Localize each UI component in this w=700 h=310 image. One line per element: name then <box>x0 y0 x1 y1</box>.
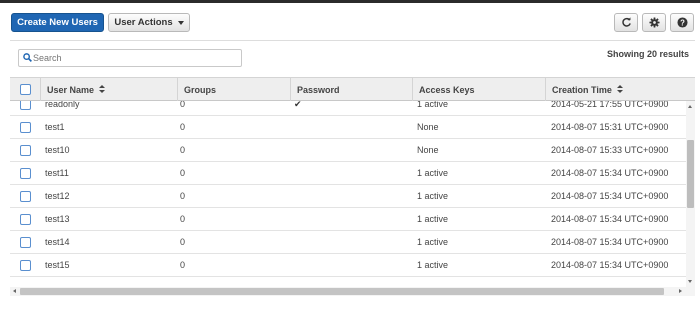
checkmark-icon: ✔ <box>294 101 302 109</box>
create-new-users-button[interactable]: Create New Users <box>11 13 104 32</box>
help-icon: ? <box>676 17 688 28</box>
keys-cell: 1 active <box>417 214 449 224</box>
select-all-checkbox[interactable] <box>19 84 31 95</box>
table-row[interactable]: readonly 0 ✔ 1 active 2014-05-21 17:55 UTC+0… <box>10 101 686 116</box>
row-select-cell <box>20 254 31 276</box>
keys-cell: None <box>417 145 439 155</box>
row-select-cell <box>20 101 31 115</box>
keys-cell: 1 active <box>417 191 449 201</box>
horizontal-scrollbar[interactable] <box>10 287 695 296</box>
row-checkbox[interactable] <box>20 121 31 133</box>
column-label: Password <box>297 84 340 95</box>
name-cell[interactable]: test12 <box>45 185 70 207</box>
refresh-icon <box>621 17 631 27</box>
user-actions-dropdown[interactable]: User Actions <box>108 13 190 32</box>
table-row[interactable]: test11 0 1 active 2014-08-07 15:34 UTC+0900 <box>10 162 686 185</box>
created-cell: 2014-08-07 15:34 UTC+0900 <box>551 260 669 270</box>
table-header: User Name Groups Password Access Keys Cr… <box>10 77 695 101</box>
name-cell[interactable]: test13 <box>45 208 70 230</box>
chevron-down-icon <box>177 20 184 25</box>
table-row[interactable]: test15 0 1 active 2014-08-07 15:34 UTC+0900 <box>10 254 686 277</box>
column-header-password[interactable]: Password <box>290 78 412 101</box>
users-panel: Showing 20 results User Name Groups Pass… <box>10 40 695 299</box>
row-select-cell <box>20 185 31 207</box>
name-cell[interactable]: test14 <box>45 231 70 253</box>
groups-cell: 0 <box>180 168 186 178</box>
name-cell[interactable]: test15 <box>45 254 70 276</box>
results-count: Showing 20 results <box>606 49 689 59</box>
row-select-cell <box>20 139 31 161</box>
table-row[interactable]: test12 0 1 active 2014-08-07 15:34 UTC+0900 <box>10 185 686 208</box>
row-checkbox[interactable] <box>20 213 31 225</box>
created-cell: 2014-08-07 15:34 UTC+0900 <box>551 191 669 201</box>
table-row[interactable]: test1 0 None 2014-08-07 15:31 UTC+0900 <box>10 116 686 139</box>
groups-cell: 0 <box>180 260 186 270</box>
groups-cell: 0 <box>180 145 186 155</box>
groups-cell: 0 <box>180 122 186 132</box>
table-row[interactable]: test14 0 1 active 2014-08-07 15:34 UTC+0900 <box>10 231 686 254</box>
name-cell[interactable]: readonly <box>45 101 80 115</box>
row-select-cell <box>20 208 31 230</box>
created-cell: 2014-08-07 15:34 UTC+0900 <box>551 214 669 224</box>
scroll-left-arrow-icon[interactable] <box>13 289 16 293</box>
keys-cell: 1 active <box>417 101 449 109</box>
user-actions-label: User Actions <box>114 17 173 28</box>
vertical-scroll-thumb[interactable] <box>687 140 694 208</box>
created-cell: 2014-05-21 17:55 UTC+0900 <box>551 101 669 109</box>
vertical-scrollbar[interactable] <box>686 101 695 287</box>
created-cell: 2014-08-07 15:33 UTC+0900 <box>551 145 669 155</box>
row-select-cell <box>20 116 31 138</box>
sort-icon <box>616 85 623 94</box>
created-cell: 2014-08-07 15:34 UTC+0900 <box>551 237 669 247</box>
header-select-cell <box>10 78 40 101</box>
keys-cell: 1 active <box>417 260 449 270</box>
table-row[interactable]: test13 0 1 active 2014-08-07 15:34 UTC+0900 <box>10 208 686 231</box>
created-cell: 2014-08-07 15:31 UTC+0900 <box>551 122 669 132</box>
row-checkbox[interactable] <box>20 190 31 202</box>
search-icon <box>23 53 32 62</box>
settings-button[interactable] <box>642 13 666 32</box>
table-row[interactable]: test10 0 None 2014-08-07 15:33 UTC+0900 <box>10 139 686 162</box>
groups-cell: 0 <box>180 214 186 224</box>
gear-icon <box>648 17 660 28</box>
table-body: readonly 0 ✔ 1 active 2014-05-21 17:55 UTC+0… <box>10 101 686 287</box>
row-select-cell <box>20 231 31 253</box>
groups-cell: 0 <box>180 237 186 247</box>
window-top-border <box>0 0 700 3</box>
scroll-down-arrow-icon[interactable] <box>688 280 692 283</box>
row-checkbox[interactable] <box>20 259 31 271</box>
keys-cell: 1 active <box>417 168 449 178</box>
name-cell[interactable]: test1 <box>45 116 65 138</box>
horizontal-scroll-thumb[interactable] <box>20 288 664 295</box>
column-label: Creation Time <box>552 84 612 95</box>
scroll-up-arrow-icon[interactable] <box>688 105 692 108</box>
column-label: Groups <box>184 84 217 95</box>
help-button[interactable]: ? <box>670 13 694 32</box>
password-cell: ✔ <box>294 101 302 115</box>
column-label: User Name <box>47 84 95 95</box>
sort-icon <box>99 85 106 94</box>
search-box[interactable] <box>18 49 242 67</box>
row-select-cell <box>20 162 31 184</box>
keys-cell: 1 active <box>417 237 449 247</box>
groups-cell: 0 <box>180 191 186 201</box>
name-cell[interactable]: test11 <box>45 162 69 184</box>
row-checkbox[interactable] <box>20 144 31 156</box>
refresh-button[interactable] <box>614 13 638 32</box>
keys-cell: None <box>417 122 439 132</box>
column-header-access-keys[interactable]: Access Keys <box>412 78 545 101</box>
column-label: Access Keys <box>419 84 475 95</box>
row-checkbox[interactable] <box>20 101 31 110</box>
column-header-creation-time[interactable]: Creation Time <box>545 78 695 101</box>
column-header-groups[interactable]: Groups <box>177 78 290 101</box>
created-cell: 2014-08-07 15:34 UTC+0900 <box>551 168 669 178</box>
column-header-user-name[interactable]: User Name <box>40 78 177 101</box>
svg-text:?: ? <box>680 18 685 27</box>
search-input[interactable] <box>33 51 233 65</box>
row-checkbox[interactable] <box>20 236 31 248</box>
groups-cell: 0 <box>180 101 186 109</box>
name-cell[interactable]: test10 <box>45 139 70 161</box>
row-checkbox[interactable] <box>20 167 31 179</box>
scroll-right-arrow-icon[interactable] <box>679 289 682 293</box>
